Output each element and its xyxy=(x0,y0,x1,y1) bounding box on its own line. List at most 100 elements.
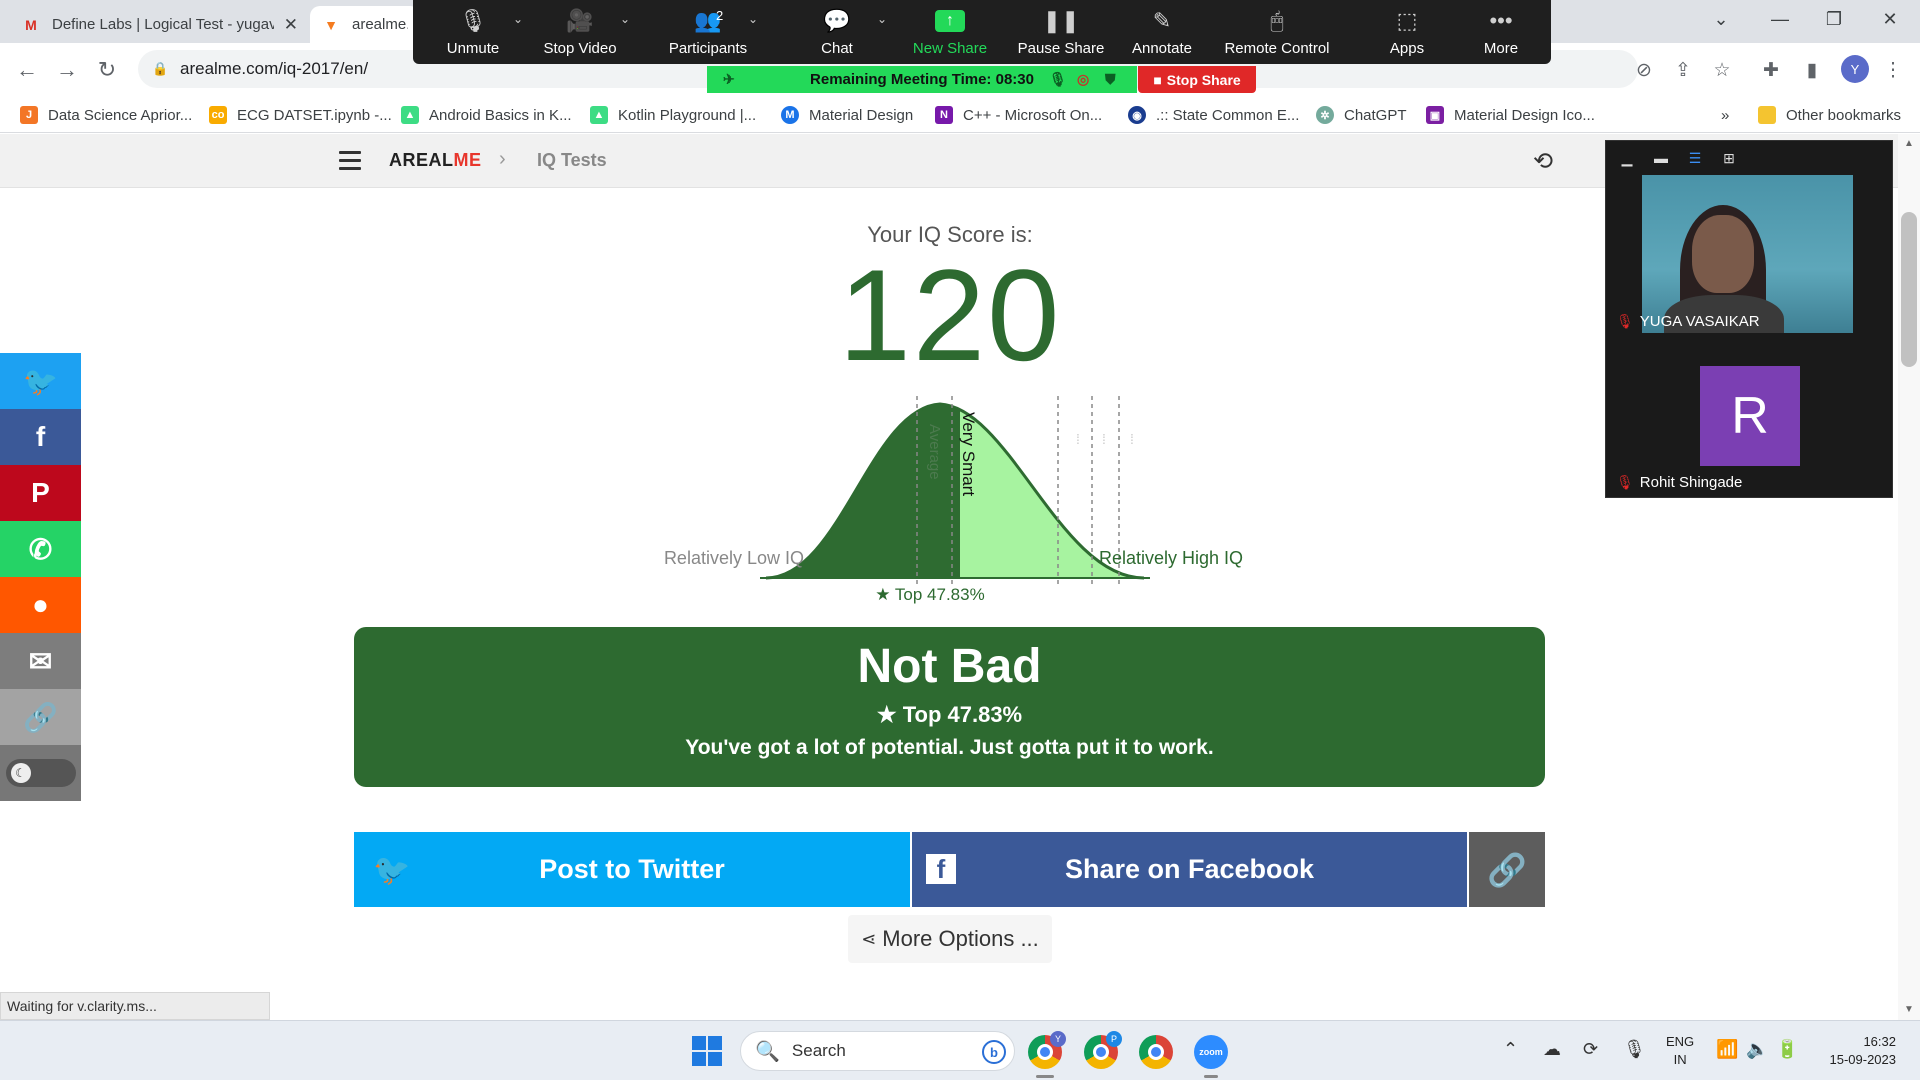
stop-video-button[interactable]: 🎥 Stop Video ⌄ xyxy=(520,4,640,62)
remote-control-button[interactable]: 🖱 Remote Control xyxy=(1202,4,1352,62)
high-iq-label: Relatively High IQ xyxy=(1099,548,1244,568)
whatsapp-share-button[interactable]: ✆ xyxy=(0,521,81,577)
scrollbar-thumb[interactable] xyxy=(1901,212,1917,367)
bookmark-item[interactable]: co ECG DATSET.ipynb -... xyxy=(209,103,392,127)
share-page-icon[interactable]: ⇪ xyxy=(1670,57,1696,83)
tab-search-icon[interactable]: ⌄ xyxy=(1693,0,1749,38)
site-logo[interactable]: AREALME xyxy=(389,150,482,171)
reddit-share-button[interactable]: ● xyxy=(0,577,81,633)
bookmark-item[interactable]: ✲ ChatGPT xyxy=(1316,103,1407,127)
share-nodes-icon: ⋖ xyxy=(861,928,877,949)
volume-icon[interactable]: 🔈 xyxy=(1746,1039,1768,1060)
bookmark-label: Material Design xyxy=(809,106,914,124)
wifi-icon[interactable]: 📶 xyxy=(1716,1039,1738,1060)
reload-icon[interactable]: ↻ xyxy=(92,55,122,85)
close-icon[interactable]: ✕ xyxy=(284,15,298,35)
bookmark-star-icon[interactable]: ☆ xyxy=(1709,57,1735,83)
chevron-down-icon[interactable]: ⌄ xyxy=(748,12,758,26)
chat-button[interactable]: 💬 Chat ⌄ xyxy=(777,4,897,62)
thumbnail-view-icon[interactable]: ▬ xyxy=(1650,149,1672,167)
facebook-share-button[interactable]: f xyxy=(0,409,81,465)
back-icon[interactable]: ← xyxy=(12,55,42,85)
mouse-icon: 🖱 xyxy=(1270,8,1284,33)
profile-avatar[interactable]: Y xyxy=(1841,55,1869,83)
tab-define-labs[interactable]: M Define Labs | Logical Test - yugav ✕ xyxy=(10,6,310,43)
more-button[interactable]: ••• More xyxy=(1441,4,1561,62)
pinterest-icon: P xyxy=(31,477,50,508)
chevron-right-icon: › xyxy=(499,148,506,170)
chrome-icon[interactable] xyxy=(1139,1035,1173,1069)
scroll-down-icon[interactable]: ▼ xyxy=(1901,1004,1917,1015)
bookmark-item[interactable]: N C++ - Microsoft On... xyxy=(935,103,1102,127)
more-options-button[interactable]: ⋖ More Options ... xyxy=(848,915,1052,963)
unmute-button[interactable]: 🎙 Unmute ⌄ xyxy=(413,4,533,62)
video-tile-yuga[interactable] xyxy=(1642,175,1853,333)
post-to-twitter-button[interactable]: 🐦 Post to Twitter xyxy=(354,832,910,907)
menu-dots-icon[interactable]: ⋮ xyxy=(1880,57,1906,83)
bookmark-label: C++ - Microsoft On... xyxy=(963,106,1103,124)
bookmark-item[interactable]: ▲ Android Basics in K... xyxy=(401,103,572,127)
gallery-view-icon[interactable]: ⊞ xyxy=(1718,149,1740,167)
hamburger-menu-icon[interactable] xyxy=(339,151,361,175)
bookmark-label: Other bookmarks xyxy=(1786,106,1902,124)
pinterest-share-button[interactable]: P xyxy=(0,465,81,521)
taskbar-search[interactable]: 🔍 Search b xyxy=(740,1031,1015,1071)
link-icon: 🔗 xyxy=(23,701,58,733)
bookmark-item[interactable]: J Data Science Aprior... xyxy=(20,103,192,127)
email-share-button[interactable]: ✉ xyxy=(0,633,81,689)
history-icon[interactable]: ⟲ xyxy=(1533,147,1553,176)
speaker-view-icon[interactable]: ☰ xyxy=(1684,149,1706,167)
material-icon: M xyxy=(781,106,799,124)
side-panel-icon[interactable]: ▮ xyxy=(1799,57,1825,83)
bookmark-item[interactable]: M Material Design xyxy=(781,103,913,127)
system-clock[interactable]: 16:32 15-09-2023 xyxy=(1812,1033,1897,1069)
chevron-down-icon[interactable]: ⌄ xyxy=(877,12,887,26)
sync-icon[interactable]: ⟳ xyxy=(1583,1039,1598,1060)
mic-muted-icon: 🎙 xyxy=(459,8,487,33)
bookmark-item[interactable]: ◉ .:: State Common E... xyxy=(1128,103,1299,127)
copy-link-button[interactable]: 🔗 xyxy=(1469,832,1545,907)
breadcrumb-iq-tests[interactable]: IQ Tests xyxy=(537,150,607,171)
participant-count: 2 xyxy=(716,8,724,23)
language-indicator[interactable]: ENG IN xyxy=(1666,1033,1694,1069)
stop-icon: ■ xyxy=(1153,71,1162,88)
bookmark-item[interactable]: ▲ Kotlin Playground |... xyxy=(590,103,756,127)
other-bookmarks[interactable]: Other bookmarks xyxy=(1758,103,1901,127)
chrome-profile-p-icon[interactable]: P xyxy=(1084,1031,1122,1069)
eye-off-icon[interactable]: ⊘ xyxy=(1631,57,1657,83)
bing-icon[interactable]: b xyxy=(982,1040,1006,1064)
restore-icon[interactable]: ❐ xyxy=(1806,0,1862,38)
tab-arealme[interactable]: ▼ arealme.c xyxy=(310,6,420,43)
copy-link-button[interactable]: 🔗 xyxy=(0,689,81,745)
scroll-up-icon[interactable]: ▲ xyxy=(1901,138,1917,149)
chevron-down-icon[interactable]: ⌄ xyxy=(620,12,630,26)
chrome-profile-y-icon[interactable]: Y xyxy=(1028,1031,1066,1069)
avatar-rohit[interactable]: R xyxy=(1700,366,1800,466)
stop-share-button[interactable]: ■ Stop Share xyxy=(1138,66,1256,93)
folder-icon xyxy=(1758,106,1776,124)
dotted-marker: ⁞ xyxy=(1102,431,1106,447)
bell-curve: Average Very Smart ⁞ ⁞ ⁞ xyxy=(760,396,1150,588)
url-text[interactable]: arealme.com/iq-2017/en/ xyxy=(180,59,368,79)
windows-start-icon[interactable] xyxy=(692,1036,722,1066)
window-close-icon[interactable]: ✕ xyxy=(1862,0,1918,38)
zoom-app-icon[interactable]: zoom xyxy=(1194,1035,1228,1069)
bookmark-label: Material Design Ico... xyxy=(1454,106,1595,124)
share-on-facebook-button[interactable]: f Share on Facebook xyxy=(912,832,1467,907)
bookmarks-overflow[interactable]: » xyxy=(1721,103,1729,127)
dark-mode-toggle[interactable]: ☾ xyxy=(0,745,81,801)
minimize-icon[interactable]: ▁ xyxy=(1616,149,1638,167)
show-hidden-icons[interactable]: ⌃ xyxy=(1503,1039,1518,1060)
minimize-icon[interactable]: — xyxy=(1752,0,1808,38)
microphone-icon[interactable]: 🎙 xyxy=(1623,1039,1646,1060)
lock-icon[interactable]: 🔒 xyxy=(152,61,170,77)
participants-button[interactable]: 👥 2 Participants ⌄ xyxy=(648,4,768,62)
drag-handle-icon[interactable]: ✈ xyxy=(723,71,735,88)
battery-icon[interactable]: 🔋 xyxy=(1776,1039,1798,1060)
onedrive-icon[interactable]: ☁ xyxy=(1543,1039,1561,1060)
forward-icon[interactable]: → xyxy=(52,55,82,85)
participant-name-rohit: 🎙 Rohit Shingade xyxy=(1616,474,1743,491)
extensions-icon[interactable]: ✚ xyxy=(1758,57,1784,83)
new-share-button[interactable]: ↑ New Share xyxy=(890,4,1010,62)
bookmark-item[interactable]: ▣ Material Design Ico... xyxy=(1426,103,1595,127)
